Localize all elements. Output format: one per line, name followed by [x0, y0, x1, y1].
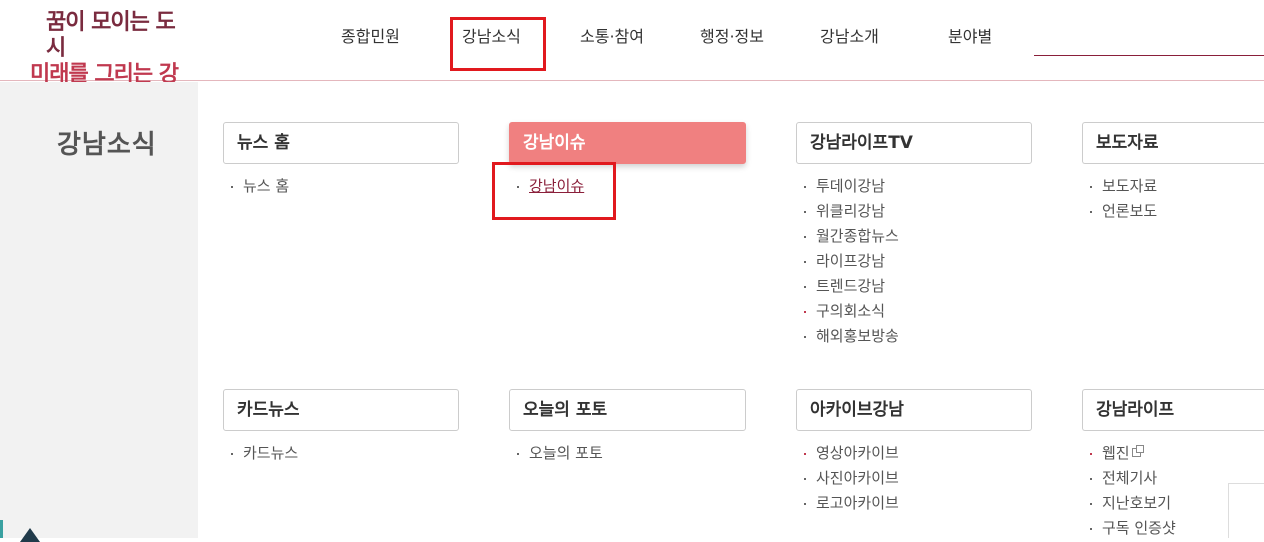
card-header-gangnam-issue[interactable]: 강남이슈: [509, 122, 746, 164]
site-logo[interactable]: 꿈이 모이는 도시 미래를 그리는 강남: [30, 10, 180, 113]
list-item[interactable]: 전체기사: [1090, 466, 1176, 491]
decor-triangle: [20, 528, 40, 542]
list-item[interactable]: 구독 인증샷: [1090, 516, 1176, 541]
card-list-lifetv: 투데이강남 위클리강남 월간종합뉴스 라이프강남 트렌드강남 구의회소식 해외홍…: [804, 174, 899, 349]
sidebar-title: 강남소식: [57, 130, 157, 160]
card-list-today-photo: 오늘의 포토: [517, 441, 603, 466]
list-item[interactable]: 트렌드강남: [804, 274, 899, 299]
card-header-news-home[interactable]: 뉴스 홈: [223, 122, 459, 164]
card-list-press: 보도자료 언론보도: [1090, 174, 1157, 224]
list-item[interactable]: 지난호보기: [1090, 491, 1176, 516]
card-list-gangnam-life: 웹진 전체기사 지난호보기 구독 인증샷: [1090, 441, 1176, 541]
list-item-label: 웹진: [1102, 444, 1130, 462]
list-item[interactable]: 위클리강남: [804, 199, 899, 224]
nav-item-about-gangnam[interactable]: 강남소개: [820, 22, 879, 52]
list-item[interactable]: 보도자료: [1090, 174, 1157, 199]
card-list-card-news: 카드뉴스: [231, 441, 298, 466]
nav-item-gangnam-news[interactable]: 강남소식: [462, 22, 521, 52]
nav-item-communication[interactable]: 소통·참여: [580, 22, 644, 52]
list-item[interactable]: 해외홍보방송: [804, 324, 899, 349]
card-header-press[interactable]: 보도자료: [1082, 122, 1264, 164]
card-header-card-news[interactable]: 카드뉴스: [223, 389, 459, 431]
card-list-gangnam-issue: 강남이슈: [517, 174, 584, 199]
external-link-icon: [1131, 445, 1144, 457]
card-list-news-home: 뉴스 홈: [231, 174, 289, 199]
nav-item-administration[interactable]: 행정·정보: [700, 22, 764, 52]
card-header-gangnam-life[interactable]: 강남라이프: [1082, 389, 1264, 431]
list-item[interactable]: 월간종합뉴스: [804, 224, 899, 249]
card-header-archive[interactable]: 아카이브강남: [796, 389, 1032, 431]
list-item-current[interactable]: 강남이슈: [517, 174, 584, 199]
list-item[interactable]: 라이프강남: [804, 249, 899, 274]
list-item[interactable]: 로고아카이브: [804, 491, 899, 516]
list-item[interactable]: 사진아카이브: [804, 466, 899, 491]
floating-widget[interactable]: [1228, 483, 1264, 538]
list-item[interactable]: 투데이강남: [804, 174, 899, 199]
logo-line-1: 꿈이 모이는 도시: [46, 10, 176, 61]
nav-item-by-field[interactable]: 분야별: [948, 22, 992, 52]
card-header-today-photo[interactable]: 오늘의 포토: [509, 389, 746, 431]
list-item[interactable]: 구의회소식: [804, 299, 899, 324]
decor-mark: [0, 520, 3, 538]
list-item[interactable]: 카드뉴스: [231, 441, 298, 466]
list-item[interactable]: 웹진: [1090, 441, 1176, 466]
nav-item-civil-service[interactable]: 종합민원: [341, 22, 400, 52]
sidebar: 강남소식: [0, 82, 198, 538]
list-item[interactable]: 오늘의 포토: [517, 441, 603, 466]
nav-underline: [1034, 55, 1264, 56]
card-header-lifetv[interactable]: 강남라이프TV: [796, 122, 1032, 164]
list-item[interactable]: 뉴스 홈: [231, 174, 289, 199]
list-item[interactable]: 언론보도: [1090, 199, 1157, 224]
site-header: 꿈이 모이는 도시 미래를 그리는 강남 종합민원 강남소식 소통·참여 행정·…: [0, 0, 1264, 113]
card-list-archive: 영상아카이브 사진아카이브 로고아카이브: [804, 441, 899, 516]
list-item[interactable]: 영상아카이브: [804, 441, 899, 466]
